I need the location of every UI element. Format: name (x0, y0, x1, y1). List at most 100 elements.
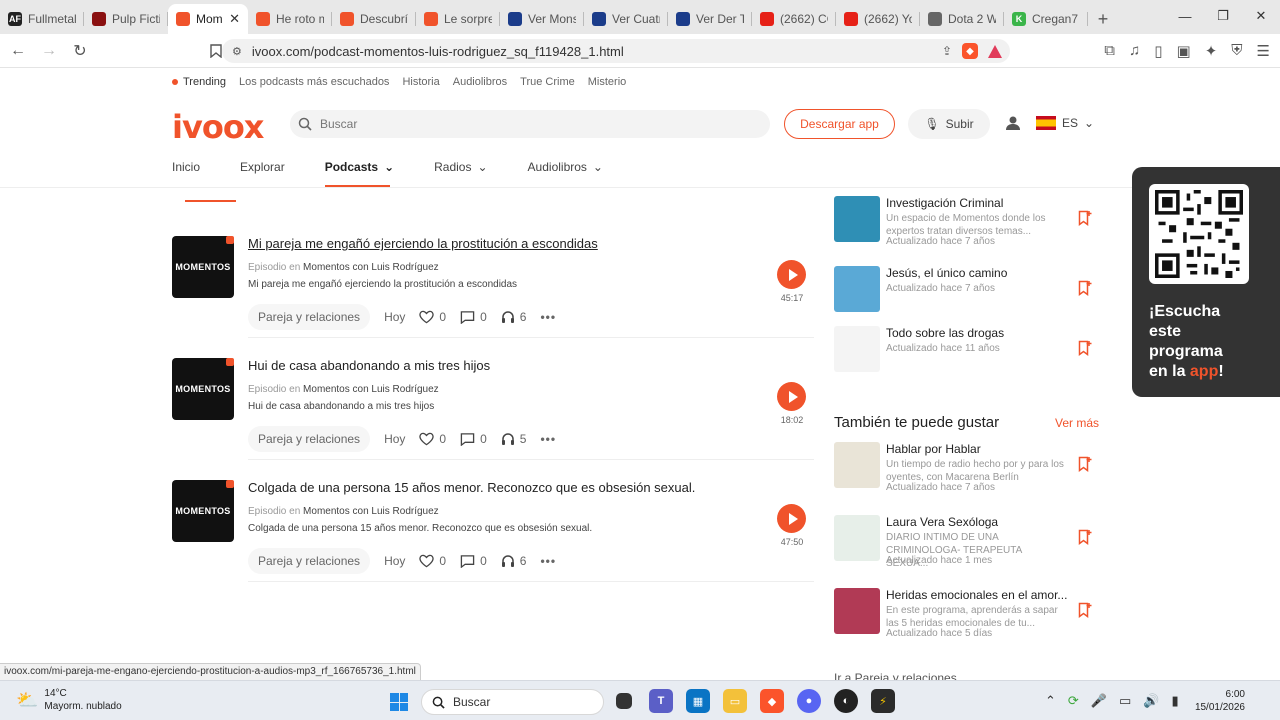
podcast-title[interactable]: Investigación Criminal (886, 196, 1003, 210)
podcast-suggestion[interactable]: Todo sobre las drogas Actualizado hace 1… (834, 326, 1099, 376)
podcast-title[interactable]: Todo sobre las drogas (886, 326, 1004, 340)
topnav-link-most-listened[interactable]: Los podcasts más escuchados (239, 76, 389, 88)
nav-inicio[interactable]: Inicio (172, 158, 200, 176)
comment-button[interactable]: 0 (460, 432, 487, 446)
site-settings-icon[interactable]: ⚙ (232, 45, 242, 58)
podcast-suggestion[interactable]: Jesús, el único camino Actualizado hace … (834, 266, 1099, 316)
maximize-icon[interactable]: ❐ (1204, 0, 1242, 32)
podcast-title[interactable]: Jesús, el único camino (886, 266, 1007, 280)
volume-icon[interactable]: 🔊 (1143, 693, 1159, 709)
store-icon[interactable]: ▦ (686, 689, 710, 713)
podcast-thumbnail[interactable] (834, 196, 880, 242)
windows-start-icon[interactable] (390, 693, 408, 711)
browser-tab[interactable]: Ver Der T (668, 4, 752, 34)
user-icon[interactable] (1005, 115, 1021, 131)
podcast-thumbnail[interactable] (834, 442, 880, 488)
browser-tab[interactable]: He roto m (248, 4, 332, 34)
search-input[interactable]: Buscar (290, 110, 770, 138)
close-window-icon[interactable]: ✕ (1242, 0, 1280, 32)
episode-cover[interactable]: MOMENTOS (172, 236, 234, 298)
browser-tab[interactable]: Ver Mons (500, 4, 584, 34)
download-app-button[interactable]: Descargar app (784, 109, 895, 139)
nav-radios[interactable]: Radios ⌄ (434, 158, 487, 176)
browser-tab[interactable]: Le sorpre (416, 4, 500, 34)
taskbar-search-input[interactable]: Buscar (421, 689, 604, 715)
discord-icon[interactable]: ● (797, 689, 821, 713)
topnav-link-true-crime[interactable]: True Crime (520, 76, 575, 88)
media-icon[interactable]: ♫ (1129, 42, 1140, 60)
browser-tab[interactable]: AF Fullmetal (0, 4, 84, 34)
app-icon-dark[interactable]: ◐ (834, 689, 858, 713)
sync-icon[interactable]: ⟳ (1068, 693, 1079, 709)
more-options-icon[interactable]: ••• (540, 310, 556, 324)
bookmark-add-icon[interactable] (1078, 210, 1092, 226)
play-button[interactable] (777, 382, 806, 411)
brave-shield-icon[interactable]: ◆ (962, 43, 978, 59)
episode-title[interactable]: Colgada de una persona 15 años menor. Re… (248, 480, 695, 495)
file-explorer-icon[interactable]: ▭ (723, 689, 747, 713)
see-more-link[interactable]: Ver más (1055, 416, 1099, 430)
category-tag[interactable]: Pareja y relaciones (248, 548, 371, 574)
like-button[interactable]: 0 (419, 310, 446, 324)
browser-tab[interactable]: (2662) Yo (836, 4, 920, 34)
new-tab-button[interactable]: + (1088, 4, 1118, 34)
language-selector[interactable]: ES ⌄ (1036, 116, 1094, 130)
like-button[interactable]: 0 (419, 554, 446, 568)
comment-button[interactable]: 0 (460, 554, 487, 568)
topnav-link-history[interactable]: Historia (402, 76, 439, 88)
podcast-suggestion[interactable]: Investigación Criminal Un espacio de Mom… (834, 196, 1099, 247)
forward-icon[interactable]: → (36, 38, 62, 64)
browser-tab[interactable]: Dota 2 W (920, 4, 1004, 34)
chevron-up-icon[interactable]: ⌃ (1045, 693, 1056, 709)
brave-rewards-icon[interactable] (988, 44, 1002, 58)
play-button[interactable] (777, 504, 806, 533)
teams-icon[interactable]: T (649, 689, 673, 713)
clock[interactable]: 6:00 15/01/2026 (1190, 688, 1245, 714)
app-icon-yellow[interactable]: ⚡ (871, 689, 895, 713)
bookmark-add-icon[interactable] (1078, 456, 1092, 472)
episode-podcast-link[interactable]: Momentos con Luis Rodríguez (303, 262, 439, 273)
episode-title[interactable]: Mi pareja me engañó ejerciendo la prosti… (248, 236, 598, 251)
minimize-icon[interactable]: — (1166, 0, 1204, 32)
ivoox-logo[interactable]: ivoox (172, 108, 264, 146)
task-view-icon[interactable] (616, 693, 632, 709)
trending-link[interactable]: Trending (172, 76, 226, 88)
browser-tab[interactable]: Ver Cuatr (584, 4, 668, 34)
upload-button[interactable]: 🎙 Subir (908, 109, 990, 139)
brave-browser-icon[interactable]: ◆ (760, 689, 784, 713)
nav-explorar[interactable]: Explorar (240, 158, 285, 176)
topnav-link-audiobooks[interactable]: Audiolibros (453, 76, 507, 88)
podcast-title[interactable]: Laura Vera Sexóloga (886, 515, 998, 529)
display-icon[interactable]: ▭ (1119, 693, 1131, 709)
episode-podcast-link[interactable]: Momentos con Luis Rodríguez (303, 384, 439, 395)
browser-tab[interactable]: K Cregan7 (1004, 4, 1088, 34)
podcast-title[interactable]: Heridas emocionales en el amor... (886, 588, 1067, 602)
category-tag[interactable]: Pareja y relaciones (248, 304, 371, 330)
play-button[interactable] (777, 260, 806, 289)
back-icon[interactable]: ← (5, 38, 31, 64)
menu-icon[interactable]: ☰ (1257, 42, 1270, 60)
url-field[interactable]: ⚙ ivoox.com/podcast-momentos-luis-rodrig… (222, 39, 1010, 63)
weather-widget[interactable]: ⛅ 14°C Mayorm. nublado (16, 687, 122, 713)
microphone-icon[interactable]: 🎤 (1091, 693, 1107, 709)
more-options-icon[interactable]: ••• (540, 554, 556, 568)
podcast-thumbnail[interactable] (834, 588, 880, 634)
leo-icon[interactable]: ✦ (1205, 42, 1218, 60)
podcast-suggestion[interactable]: Hablar por Hablar Un tiempo de radio hec… (834, 442, 1099, 493)
nav-audiolibros[interactable]: Audiolibros ⌄ (528, 158, 603, 176)
more-options-icon[interactable]: ••• (540, 432, 556, 446)
share-icon[interactable]: ⇪ (942, 44, 952, 58)
podcast-suggestion[interactable]: Laura Vera Sexóloga DIARIO INTIMO DE UNA… (834, 515, 1099, 569)
browser-tab-active[interactable]: Mom ✕ (168, 4, 248, 34)
podcast-title[interactable]: Hablar por Hablar (886, 442, 981, 456)
vpn-icon[interactable]: ⛨ (1231, 42, 1242, 60)
browser-tab[interactable]: Descubrí (332, 4, 416, 34)
podcast-suggestion[interactable]: Heridas emocionales en el amor... En est… (834, 588, 1099, 639)
podcast-thumbnail[interactable] (834, 266, 880, 312)
sidebar-icon[interactable]: ▯ (1154, 42, 1162, 60)
topnav-link-mystery[interactable]: Misterio (588, 76, 627, 88)
comment-button[interactable]: 0 (460, 310, 487, 324)
bookmark-add-icon[interactable] (1078, 280, 1092, 296)
browser-tab[interactable]: Pulp Fiction (84, 4, 168, 34)
podcast-thumbnail[interactable] (834, 515, 880, 561)
